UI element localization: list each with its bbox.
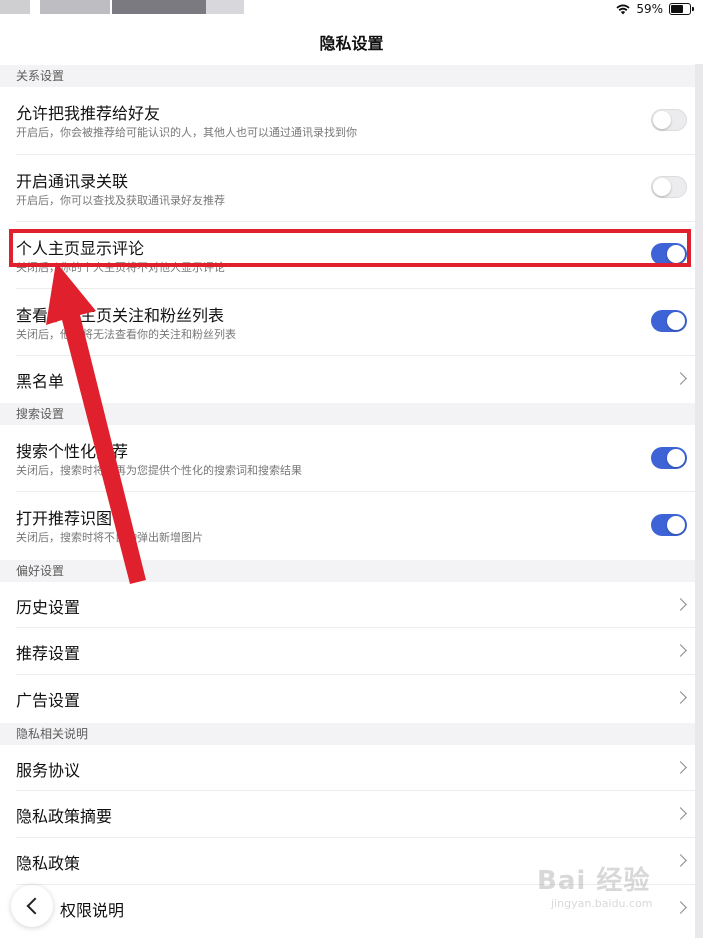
status-blur: [0, 0, 30, 14]
setting-title: 黑名单: [16, 372, 65, 391]
watermark-url: jingyan.baidu.com: [551, 897, 653, 910]
setting-title: 历史设置: [16, 598, 81, 617]
setting-row-history[interactable]: 历史设置: [0, 582, 695, 628]
battery-percent: 59%: [636, 2, 663, 16]
watermark-logo: Bai 经验: [537, 866, 651, 896]
setting-subtitle: 关闭后，搜索时将不再为您提供个性化的搜索词和搜索结果: [16, 464, 302, 477]
section-header-preference: 偏好设置: [0, 560, 695, 582]
highlight-box: [9, 229, 691, 267]
setting-row-blacklist[interactable]: 黑名单: [0, 356, 695, 402]
scrollbar[interactable]: [695, 64, 703, 938]
setting-row-image-recognition: 打开推荐识图 关闭后，搜索时将不自动弹出新增图片: [0, 492, 695, 559]
back-arrow-icon: [26, 897, 44, 915]
chevron-right-icon: [674, 854, 687, 867]
setting-row-recommend-settings[interactable]: 推荐设置: [0, 628, 695, 675]
setting-title: 隐私政策摘要: [16, 807, 113, 826]
watermark: Bai 经验 jingyan.baidu.com: [537, 860, 667, 924]
chevron-right-icon: [674, 644, 687, 657]
recommend-toggle[interactable]: [651, 109, 687, 131]
chevron-right-icon: [674, 761, 687, 774]
status-blur: [112, 0, 212, 14]
setting-title: 允许把我推荐给好友: [16, 104, 161, 123]
setting-title: 广告设置: [16, 691, 81, 710]
setting-title: 隐私政策: [16, 854, 81, 873]
setting-title: 服务协议: [16, 761, 81, 780]
personalized-toggle[interactable]: [651, 447, 687, 469]
setting-row-ad-settings[interactable]: 广告设置: [0, 675, 695, 722]
page-title: 隐私设置: [319, 34, 384, 53]
setting-title: 搜索个性化推荐: [16, 442, 129, 461]
setting-row-personalized: 搜索个性化推荐 关闭后，搜索时将不再为您提供个性化的搜索词和搜索结果: [0, 425, 695, 492]
section-header-search: 搜索设置: [0, 403, 695, 425]
setting-subtitle: 关闭后，他人将无法查看你的关注和粉丝列表: [16, 328, 236, 341]
setting-title: 查看个人主页关注和粉丝列表: [16, 306, 225, 325]
setting-row-recommend: 允许把我推荐给好友 开启后，你会被推荐给可能认识的人，其他人也可以通过通讯录找到…: [0, 87, 695, 155]
setting-row-policy-summary[interactable]: 隐私政策摘要: [0, 791, 695, 838]
chevron-right-icon: [674, 691, 687, 704]
follow-list-toggle[interactable]: [651, 310, 687, 332]
image-recognition-toggle[interactable]: [651, 514, 687, 536]
status-right: 59%: [616, 2, 694, 16]
chevron-right-icon: [674, 372, 687, 385]
setting-subtitle: 关闭后，搜索时将不自动弹出新增图片: [16, 531, 203, 544]
setting-row-service[interactable]: 服务协议: [0, 745, 695, 791]
setting-title: 推荐设置: [16, 644, 81, 663]
setting-row-follow-list: 查看个人主页关注和粉丝列表 关闭后，他人将无法查看你的关注和粉丝列表: [0, 289, 695, 356]
chevron-right-icon: [674, 598, 687, 611]
status-bar: 59%: [0, 0, 703, 20]
chevron-right-icon: [674, 901, 687, 914]
setting-title: 权限说明: [60, 901, 125, 920]
section-header-privacy-info: 隐私相关说明: [0, 723, 695, 745]
setting-subtitle: 开启后，你会被推荐给可能认识的人，其他人也可以通过通讯录找到你: [16, 126, 357, 139]
section-header-relation: 关系设置: [0, 65, 695, 87]
wifi-icon: [616, 3, 630, 14]
contacts-toggle[interactable]: [651, 176, 687, 198]
setting-row-contacts: 开启通讯录关联 开启后，你可以查找及获取通讯录好友推荐: [0, 155, 695, 222]
status-blur: [40, 0, 110, 14]
status-blur: [206, 0, 244, 14]
back-button[interactable]: [11, 885, 53, 927]
chevron-right-icon: [674, 807, 687, 820]
setting-subtitle: 开启后，你可以查找及获取通讯录好友推荐: [16, 194, 225, 207]
setting-title: 打开推荐识图: [16, 509, 113, 528]
setting-title: 开启通讯录关联: [16, 172, 129, 191]
battery-icon: [669, 3, 694, 15]
